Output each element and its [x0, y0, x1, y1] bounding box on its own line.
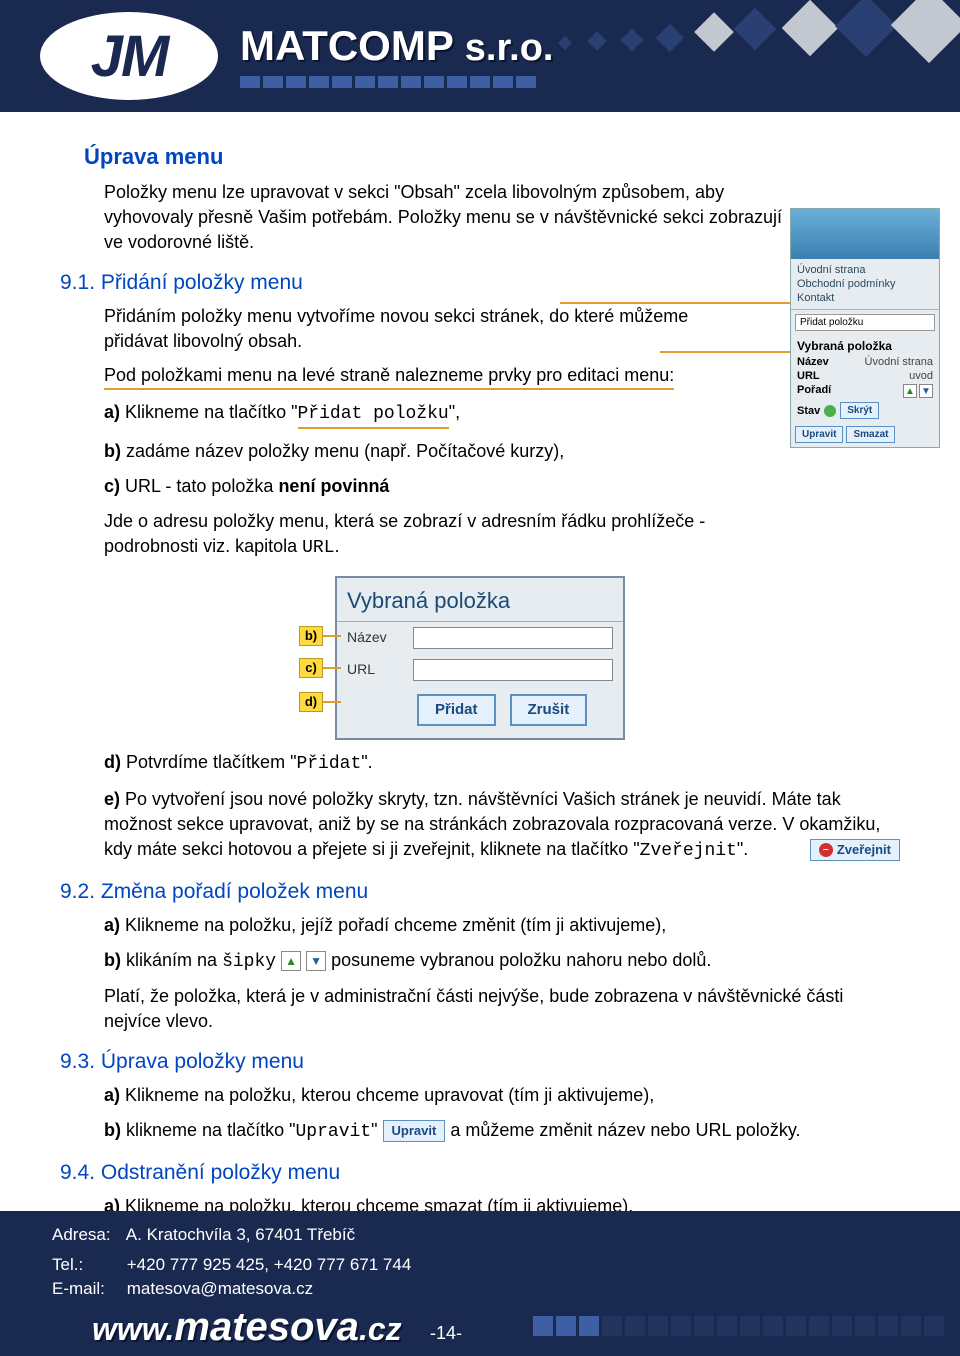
s91-a: a) Klikneme na tlačítko "Přidat položku"… [104, 400, 764, 429]
panel-menu-item[interactable]: Kontakt [797, 291, 933, 305]
panel-thumbnail [791, 209, 939, 259]
dialog-name-input[interactable] [413, 627, 613, 649]
callout-line-2 [660, 351, 790, 353]
company-name: MATCOMP s.r.o. [240, 22, 554, 70]
marker-c: c) [299, 658, 323, 678]
s91-c: c) URL - tato položka není povinná [104, 474, 764, 499]
s91-p1: Přidáním položky menu vytvoříme novou se… [104, 304, 744, 354]
section-title: Úprava menu [84, 142, 900, 172]
panel-hide-button[interactable]: Skrýt [840, 402, 879, 419]
s93-b: b) klikneme na tlačítko "Upravit" Upravi… [104, 1118, 900, 1145]
header-underline-squares [240, 76, 536, 88]
s91-d: d) Potvrdíme tlačítkem "Přidat". [104, 750, 900, 777]
edit-button-inline[interactable]: Upravit [383, 1120, 446, 1142]
s91-p2: Pod položkami menu na levé straně nalezn… [104, 363, 764, 390]
panel-delete-button[interactable]: Smazat [846, 426, 895, 443]
dialog-name-label: Název [347, 628, 407, 647]
dialog-title: Vybraná položka [337, 578, 623, 621]
dialog-add-button[interactable]: Přidat [417, 694, 496, 727]
s91-c-follow: Jde o adresu položky menu, která se zobr… [104, 509, 804, 561]
dialog-url-label: URL [347, 660, 407, 679]
panel-url-row: URL uvod [791, 369, 939, 383]
panel-arrow-up[interactable]: ▲ [903, 384, 917, 398]
menu-side-panel: Úvodní strana Obchodní podmínky Kontakt … [790, 208, 940, 448]
page-header: JM MATCOMP s.r.o. [0, 0, 960, 112]
panel-state-row: Stav Skrýt [791, 399, 939, 422]
marker-d: d) [299, 692, 323, 712]
footer-address: Adresa: A. Kratochvíla 3, 67401 Třebíč [52, 1225, 355, 1245]
marker-b: b) [299, 626, 323, 646]
callout-line-1 [560, 302, 790, 304]
s91-e: e) Po vytvoření jsou nové položky skryty… [104, 787, 900, 863]
footer-email: E-mail: matesova@matesova.cz [52, 1279, 313, 1299]
s91-b: b) zadáme název položky menu (např. Počí… [104, 439, 764, 464]
panel-arrow-down[interactable]: ▼ [919, 384, 933, 398]
panel-menu-list: Úvodní strana Obchodní podmínky Kontakt [791, 259, 939, 310]
heading-9-4: 9.4. Odstranění položky menu [60, 1159, 900, 1188]
heading-9-2: 9.2. Změna pořadí položek menu [60, 878, 900, 907]
state-dot-icon [824, 405, 836, 417]
add-item-dialog: Vybraná položka b) Název c) URL d) Přida… [335, 576, 625, 740]
s92-a: a) Klikneme na položku, jejíž pořadí chc… [104, 913, 900, 938]
panel-selected-title: Vybraná položka [791, 335, 939, 355]
section-intro: Položky menu lze upravovat v sekci "Obsa… [104, 180, 784, 254]
page-number: -14- [430, 1323, 462, 1344]
page-footer: Adresa: A. Kratochvíla 3, 67401 Třebíč T… [0, 1211, 960, 1356]
dialog-cancel-button[interactable]: Zrušit [510, 694, 588, 727]
panel-edit-button[interactable]: Upravit [795, 426, 843, 443]
arrow-up-button[interactable]: ▲ [281, 951, 301, 971]
footer-website: www.matesova.cz [92, 1305, 402, 1350]
s92-b: b) klikáním na šipky ▲ ▼ posuneme vybran… [104, 948, 900, 975]
panel-menu-item[interactable]: Úvodní strana [797, 263, 933, 277]
heading-9-3: 9.3. Úprava položky menu [60, 1048, 900, 1077]
footer-deco-squares [533, 1316, 944, 1336]
logo-badge: JM [34, 6, 224, 106]
arrow-down-button[interactable]: ▼ [306, 951, 326, 971]
logo-text: JM [91, 23, 168, 90]
s92-follow: Platí, že položka, která je v administra… [104, 984, 900, 1034]
s93-a: a) Klikneme na položku, kterou chceme up… [104, 1083, 900, 1108]
panel-name-row: Název Úvodní strana [791, 355, 939, 369]
no-entry-icon: – [819, 843, 833, 857]
panel-order-row: Pořadí ▲ ▼ [791, 383, 939, 399]
footer-telephone: Tel.: +420 777 925 425, +420 777 671 744 [52, 1255, 411, 1275]
panel-add-item-button[interactable]: Přidat položku [795, 314, 935, 331]
heading-9-1: 9.1. Přidání položky menu [60, 269, 900, 298]
dialog-url-input[interactable] [413, 659, 613, 681]
panel-menu-item[interactable]: Obchodní podmínky [797, 277, 933, 291]
publish-button[interactable]: – Zveřejnit [810, 839, 900, 861]
